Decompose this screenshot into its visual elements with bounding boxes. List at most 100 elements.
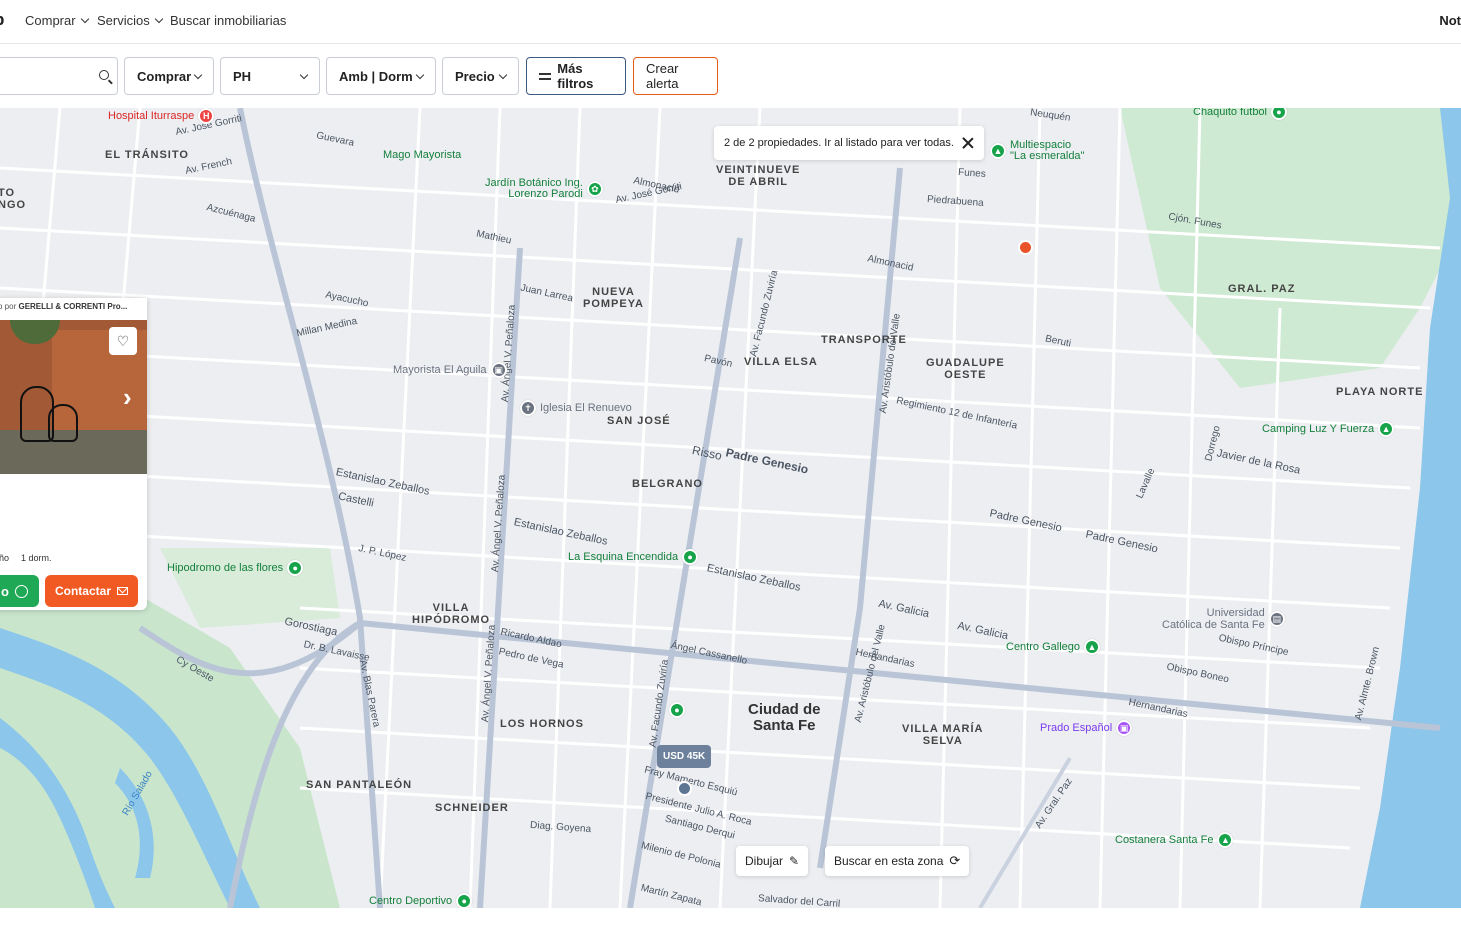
poi-label: Universidad Católica de Santa Fe [1162,607,1265,631]
nav-comprar-label: Comprar [25,13,76,28]
neighborhood-label: TO NGO [0,187,27,211]
poi-shop[interactable]: La Esquina Encendida ● [568,549,699,565]
street-label: Funes [957,167,987,180]
draw-button-label: Dibujar [745,854,784,868]
property-marker-selected[interactable] [677,781,692,796]
poi-shop[interactable]: Mayorista El Aguila ▣ [393,362,507,378]
pencil-icon: ✎ [789,854,800,868]
sport-icon: ● [456,893,473,908]
neighborhood-label: NUEVA POMPEYA [583,286,645,310]
site-logo[interactable]: p [0,10,4,30]
feature-item: 1 dorm. [21,553,52,563]
nav-buscar-inmobiliarias[interactable]: Buscar inmobiliarias [170,13,286,28]
poi-park[interactable]: Camping Luz Y Fuerza ▲ [1262,421,1395,437]
price-marker[interactable]: USD 45K [657,745,712,768]
close-icon[interactable] [962,137,974,149]
nav-notifications[interactable]: Not [1439,13,1461,28]
poi-park[interactable]: ▲ Multiespacio "La esmeralda" [990,140,1084,162]
sliders-icon [539,71,552,81]
park-icon: ▲ [990,143,1006,159]
top-navbar: p Comprar Servicios Buscar inmobiliarias… [0,0,1461,44]
results-notice-text: 2 de 2 propiedades. Ir al listado para v… [724,137,954,149]
refresh-icon: ⟳ [949,853,961,868]
filters-bar: Comprar PH Amb | Dorm Precio Más filtros… [0,44,1461,108]
neighborhood-label: LOS HORNOS [500,718,584,730]
search-area-button-label: Buscar en esta zona [834,854,944,868]
poi-church[interactable]: ✝ Iglesia El Renuevo [520,400,632,416]
property-type-select-label: PH [233,68,252,84]
create-alert-label: Crear alerta [646,61,679,91]
poi-sport[interactable]: Chaquito futbol ● [1193,108,1287,120]
property-type-select[interactable]: PH [220,57,320,95]
feature-item: año [0,553,10,563]
poi-label: Costanera Santa Fe [1115,834,1214,846]
price-select-label: Precio [455,68,495,84]
price-select[interactable]: Precio [442,57,519,95]
more-filters-button[interactable]: Más filtros [526,57,626,95]
operation-select[interactable]: Comprar [124,57,214,95]
location-search-input[interactable] [0,57,118,95]
city-label: Ciudad de Santa Fe [748,701,821,734]
chevron-right-icon[interactable]: › [123,382,132,413]
search-icon[interactable] [99,70,109,80]
church-icon: ✝ [520,400,536,416]
chevron-down-icon [498,70,508,79]
listing-card[interactable]: o por GERELLI & CORRENTI Pro... ♡ › año … [0,298,147,610]
poi-marker[interactable]: ● [669,702,685,718]
map-view[interactable]: EL TRÁNSITO VEINTINUEVE DE ABRIL NUEVA P… [0,108,1461,908]
hospital-icon: H [198,108,215,124]
contact-button[interactable]: Contactar [45,575,138,607]
search-area-button[interactable]: Buscar en esta zona ⟳ [825,846,970,876]
contact-button-label: Contactar [54,584,111,598]
nav-comprar[interactable]: Comprar [25,13,89,28]
neighborhood-label: SAN PANTALEÓN [306,779,413,791]
neighborhood-label: VILLA MARÍA SELVA [902,723,984,747]
draw-button[interactable]: Dibujar ✎ [736,846,809,876]
poi-label: Centro Gallego [1006,641,1080,653]
more-filters-label: Más filtros [557,61,594,91]
chevron-down-icon [193,70,203,79]
whatsapp-icon [14,584,28,598]
shop-icon: ● [682,549,699,565]
chevron-down-icon [415,70,425,79]
museum-icon: ▣ [1116,720,1133,736]
operation-select-label: Comprar [137,68,192,84]
poi-label: Prado Español [1040,722,1113,734]
poi-sport[interactable]: Centro Gallego ▲ [1006,639,1100,655]
neighborhood-label: VILLA HIPÓDROMO [412,602,491,626]
poi-label: Hospital Iturraspe [108,110,195,122]
mail-icon [117,587,128,595]
neighborhood-label: GRAL. PAZ [1228,283,1296,295]
neighborhood-label: SCHNEIDER [435,802,509,814]
poi-shop[interactable]: Mago Mayorista [383,149,461,161]
park-icon: ● [287,560,304,576]
poi-hospital[interactable]: Hospital Iturraspe H [108,108,215,124]
poi-label: Mago Mayorista [383,149,462,161]
create-alert-button[interactable]: Crear alerta [633,57,718,95]
poi-park[interactable]: Costanera Santa Fe ▲ [1115,832,1234,848]
whatsapp-button[interactable]: o [0,575,39,607]
sport-icon: ● [1271,108,1287,120]
poi-label: Iglesia El Renuevo [540,402,632,414]
nav-servicios-label: Servicios [97,13,150,28]
rooms-select[interactable]: Amb | Dorm [326,57,436,95]
neighborhood-label: GUADALUPE OESTE [926,357,1005,381]
park-icon: ✿ [586,181,603,197]
poi-label: Centro Deportivo [369,895,453,907]
poi-museum[interactable]: Prado Español ▣ [1040,720,1133,736]
nav-servicios[interactable]: Servicios [97,13,163,28]
chevron-down-icon [299,70,309,79]
neighborhood-label: BELGRANO [632,478,703,490]
poi-park[interactable]: Jardín Botánico Ing. Lorenzo Parodi ✿ [485,178,603,200]
favorite-heart-icon[interactable]: ♡ [109,327,137,355]
property-marker[interactable] [1018,240,1033,255]
poi-sport[interactable]: Centro Deportivo ● [369,893,473,908]
poi-label: Mayorista El Aguila [393,364,487,376]
publisher-name: GERELLI & CORRENTI Pro... [18,302,128,311]
results-notice[interactable]: 2 de 2 propiedades. Ir al listado para v… [714,126,984,160]
whatsapp-button-label: o [1,583,9,599]
chevron-down-icon [80,14,89,24]
poi-park[interactable]: Hipodromo de las flores ● [167,560,304,576]
school-icon: ▤ [1268,611,1285,627]
poi-school[interactable]: Universidad Católica de Santa Fe ▤ [1162,607,1285,631]
